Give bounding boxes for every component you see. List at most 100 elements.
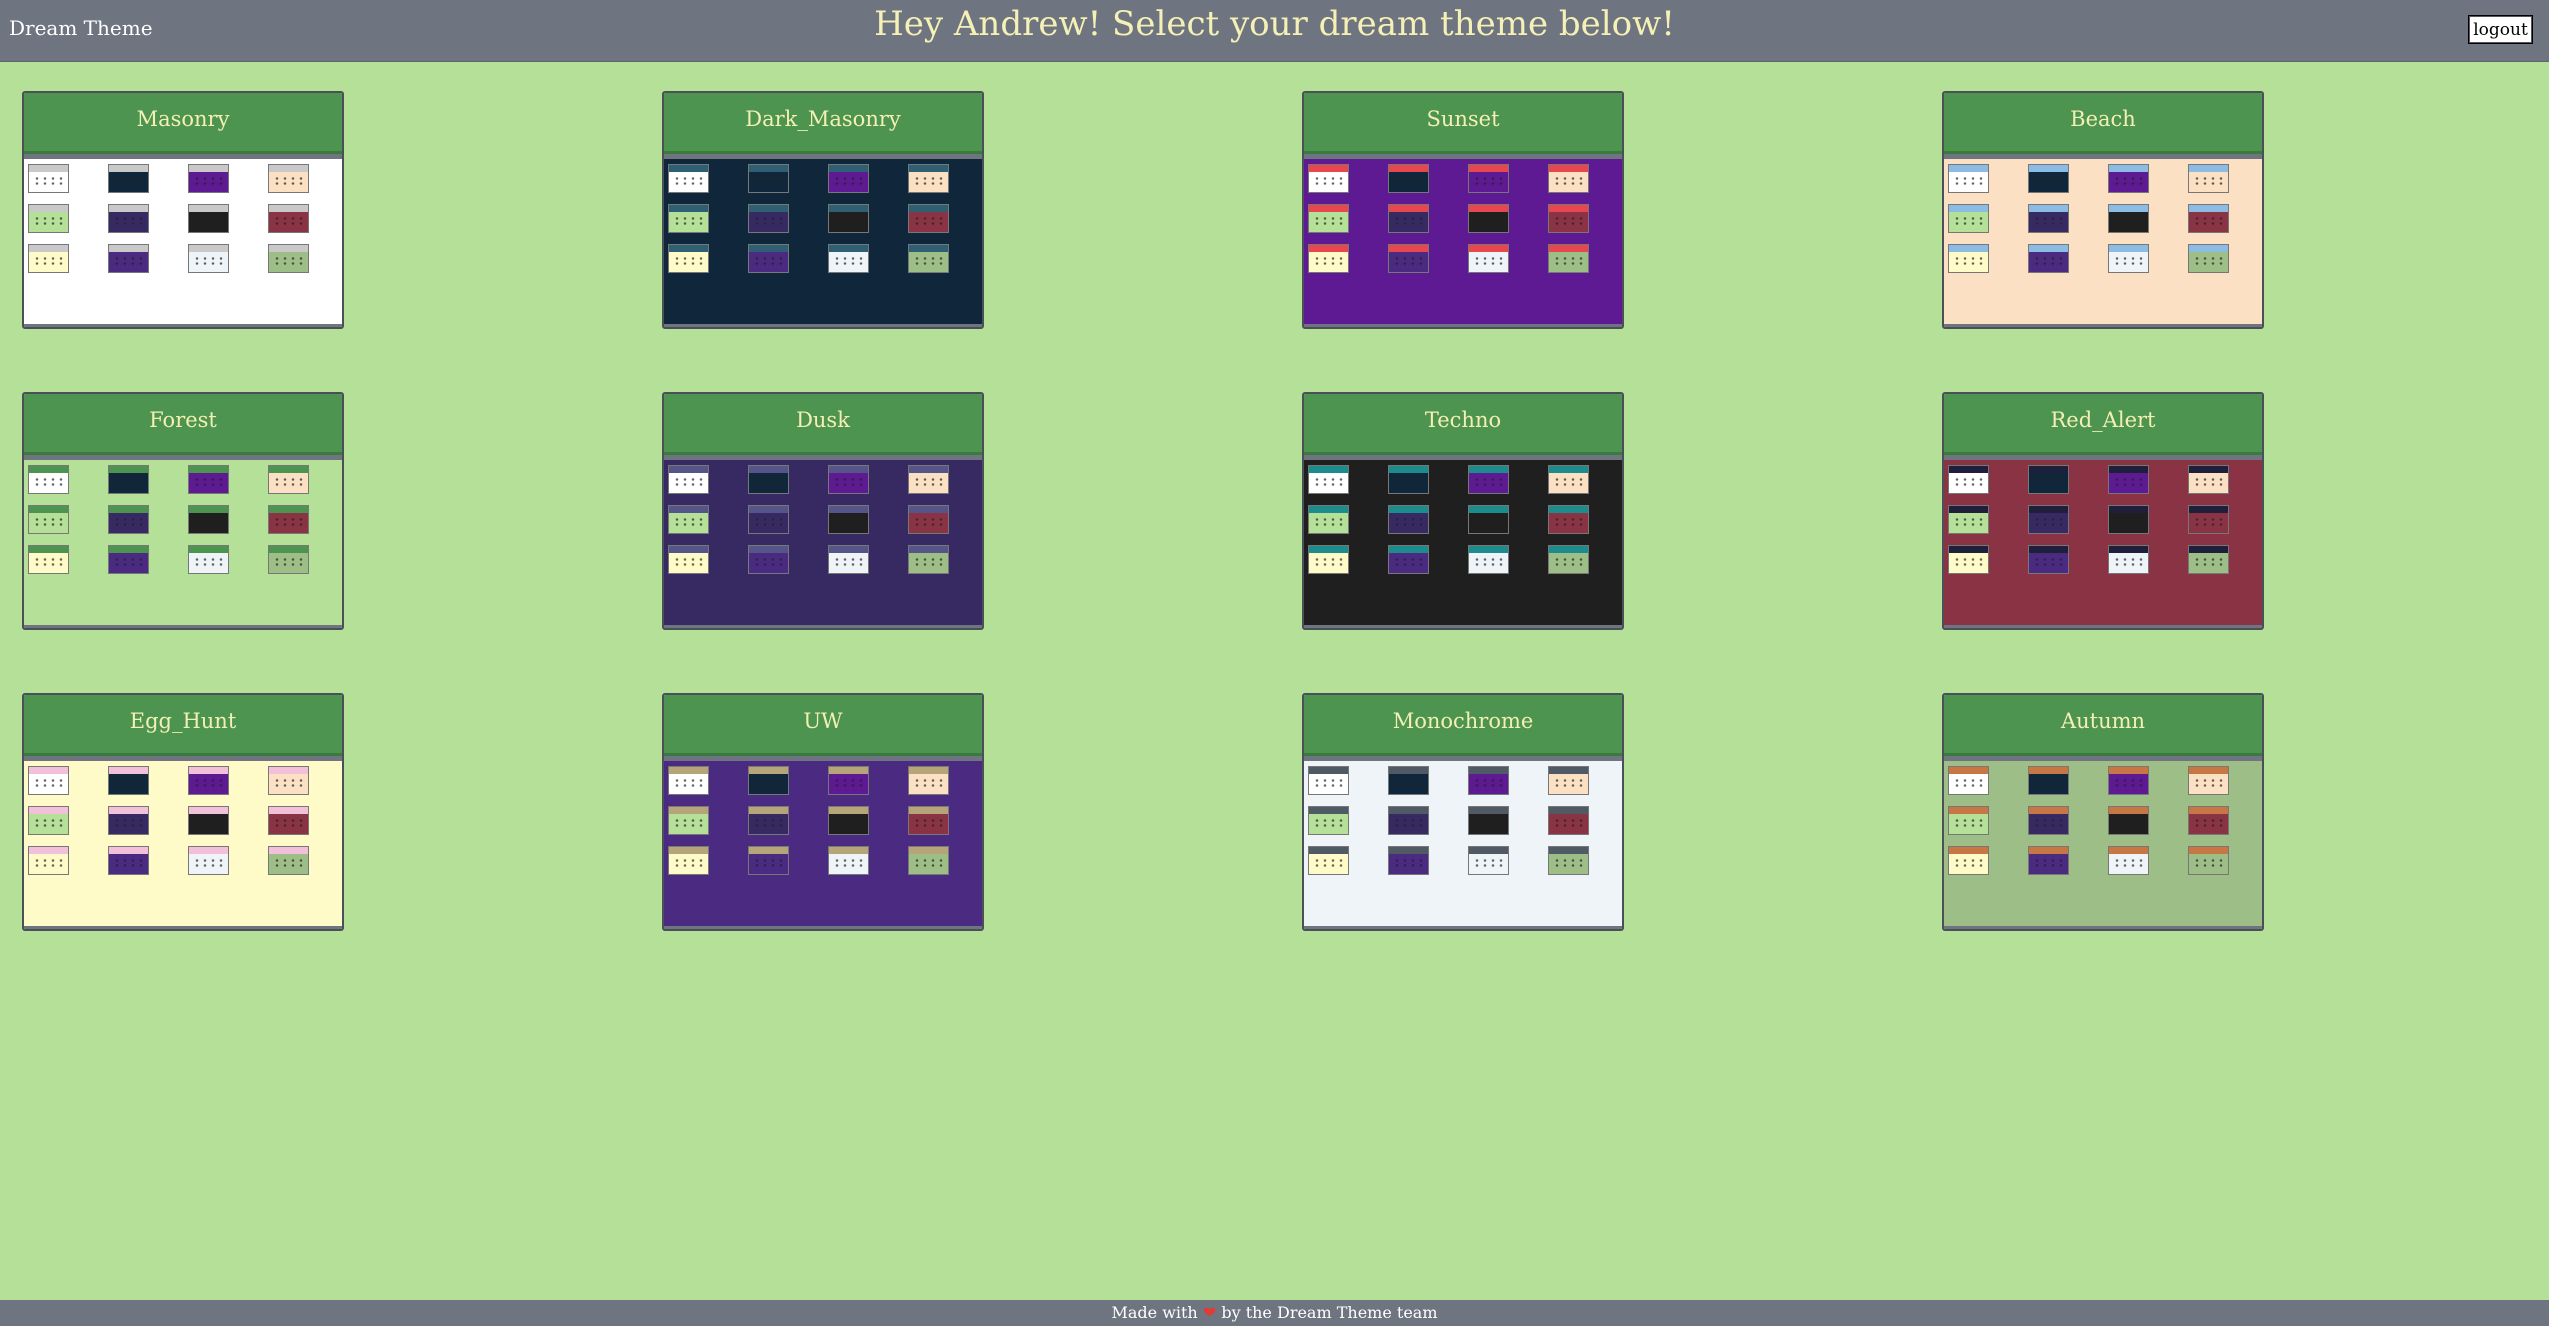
- preview-thumbnail: [1468, 505, 1509, 534]
- preview-thumbnail: [108, 204, 149, 233]
- preview-thumbnail: [28, 204, 69, 233]
- preview-thumbnail: [668, 846, 709, 875]
- preview-navbar: [24, 154, 342, 159]
- preview-thumbnail: [828, 244, 869, 273]
- preview-thumbnail: [1468, 465, 1509, 494]
- preview-thumbnail: [748, 846, 789, 875]
- preview-footer: [1304, 625, 1622, 628]
- theme-card-egg-hunt[interactable]: Egg_Hunt: [22, 693, 344, 931]
- preview-thumbnail: [1948, 204, 1989, 233]
- preview-thumbnail: [28, 766, 69, 795]
- preview-thumbnail: [1948, 164, 1989, 193]
- theme-preview: [664, 756, 982, 929]
- theme-card-title: Egg_Hunt: [24, 695, 342, 756]
- theme-card-uw[interactable]: UW: [662, 693, 984, 931]
- theme-card-sunset[interactable]: Sunset: [1302, 91, 1624, 329]
- theme-card-beach[interactable]: Beach: [1942, 91, 2264, 329]
- preview-thumbnail: [2108, 806, 2149, 835]
- theme-preview: [1944, 756, 2262, 929]
- theme-card-dusk[interactable]: Dusk: [662, 392, 984, 630]
- preview-thumbnail: [668, 465, 709, 494]
- preview-thumbnail: [668, 244, 709, 273]
- theme-card-forest[interactable]: Forest: [22, 392, 344, 630]
- theme-card-autumn[interactable]: Autumn: [1942, 693, 2264, 931]
- preview-thumbnail: [1468, 244, 1509, 273]
- preview-thumbnail: [268, 846, 309, 875]
- page-title: Hey Andrew! Select your dream theme belo…: [874, 4, 1675, 44]
- preview-thumbnail: [828, 465, 869, 494]
- preview-thumbnail: [2108, 505, 2149, 534]
- preview-thumbnail: [2188, 465, 2229, 494]
- preview-thumbnail: [1548, 766, 1589, 795]
- preview-thumbnail: [108, 465, 149, 494]
- theme-card-title: Sunset: [1304, 93, 1622, 154]
- preview-thumbnail: [908, 846, 949, 875]
- preview-thumbnail: [908, 505, 949, 534]
- preview-thumbnail: [268, 465, 309, 494]
- preview-thumbnail: [188, 164, 229, 193]
- preview-thumbnail: [2108, 465, 2149, 494]
- theme-card-masonry[interactable]: Masonry: [22, 91, 344, 329]
- theme-card-title: Autumn: [1944, 695, 2262, 756]
- preview-footer: [1944, 926, 2262, 929]
- theme-preview: [1944, 154, 2262, 327]
- theme-card-red-alert[interactable]: Red_Alert: [1942, 392, 2264, 630]
- preview-thumbnail: [268, 766, 309, 795]
- preview-thumbnail: [668, 545, 709, 574]
- preview-footer: [1944, 324, 2262, 327]
- logout-button[interactable]: logout: [2468, 15, 2533, 44]
- preview-thumbnail: [1548, 204, 1589, 233]
- preview-navbar: [664, 756, 982, 761]
- theme-card-monochrome[interactable]: Monochrome: [1302, 693, 1624, 931]
- preview-thumbnail: [1468, 846, 1509, 875]
- preview-thumbnail: [2188, 505, 2229, 534]
- preview-thumbnail: [908, 766, 949, 795]
- preview-thumbnail: [748, 505, 789, 534]
- preview-thumbnail: [668, 164, 709, 193]
- preview-thumbnail: [28, 465, 69, 494]
- preview-thumbnail: [748, 244, 789, 273]
- preview-thumbnail: [908, 465, 949, 494]
- preview-thumbnail: [108, 846, 149, 875]
- preview-thumbnail: [828, 846, 869, 875]
- preview-thumbnail: [748, 806, 789, 835]
- preview-thumbnail: [108, 806, 149, 835]
- preview-thumbnail: [1468, 164, 1509, 193]
- preview-thumbnail: [668, 204, 709, 233]
- preview-thumbnail: [1468, 766, 1509, 795]
- top-navbar: Dream Theme Hey Andrew! Select your drea…: [0, 0, 2549, 62]
- preview-footer: [1304, 926, 1622, 929]
- preview-thumbnail: [748, 766, 789, 795]
- preview-thumbnail: [268, 244, 309, 273]
- preview-thumbnail: [2108, 164, 2149, 193]
- preview-thumbnail: [1948, 545, 1989, 574]
- preview-thumbnail: [2028, 766, 2069, 795]
- preview-thumbnail: [1548, 465, 1589, 494]
- preview-thumbnail: [1388, 465, 1429, 494]
- footer-text-before: Made with: [1111, 1303, 1198, 1322]
- theme-card-title: UW: [664, 695, 982, 756]
- preview-thumbnail: [1308, 244, 1349, 273]
- preview-thumbnail: [828, 505, 869, 534]
- theme-card-title: Dusk: [664, 394, 982, 455]
- theme-preview: [1304, 756, 1622, 929]
- preview-thumbnail: [188, 204, 229, 233]
- theme-card-techno[interactable]: Techno: [1302, 392, 1624, 630]
- preview-thumbnail: [2188, 545, 2229, 574]
- preview-thumbnail: [28, 846, 69, 875]
- preview-thumbnail: [908, 204, 949, 233]
- preview-navbar: [24, 455, 342, 460]
- preview-thumbnail: [1308, 204, 1349, 233]
- preview-footer: [664, 625, 982, 628]
- preview-thumbnail: [108, 766, 149, 795]
- preview-thumbnail: [1308, 505, 1349, 534]
- preview-thumbnail: [748, 204, 789, 233]
- preview-thumbnail: [1948, 244, 1989, 273]
- preview-thumbnail: [1548, 164, 1589, 193]
- preview-navbar: [664, 455, 982, 460]
- preview-thumbnail: [908, 164, 949, 193]
- preview-thumbnail: [1948, 766, 1989, 795]
- theme-card-dark-masonry[interactable]: Dark_Masonry: [662, 91, 984, 329]
- preview-thumbnail: [28, 164, 69, 193]
- theme-preview: [24, 455, 342, 628]
